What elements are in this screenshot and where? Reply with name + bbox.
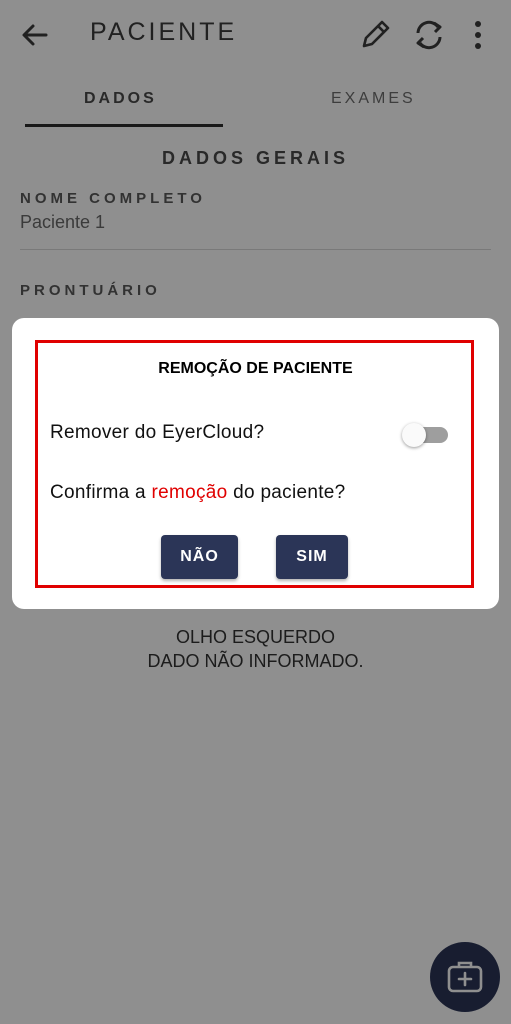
confirm-text: Confirma a remoção do paciente?	[50, 482, 346, 504]
toggle-label: Remover do EyerCloud?	[50, 422, 265, 443]
remove-patient-dialog: REMOÇÃO DE PACIENTE Remover do EyerCloud…	[12, 318, 499, 609]
confirm-text-start: Confirma a	[50, 482, 152, 503]
confirm-text-highlight: remoção	[151, 482, 228, 503]
confirm-text-end: do paciente?	[227, 482, 346, 503]
dialog-title: REMOÇÃO DE PACIENTE	[158, 360, 353, 377]
switch-thumb	[402, 423, 426, 447]
remove-from-eyercloud-switch[interactable]	[402, 423, 448, 447]
yes-button[interactable]: SIM	[276, 535, 348, 579]
no-button[interactable]: NÃO	[161, 535, 238, 579]
